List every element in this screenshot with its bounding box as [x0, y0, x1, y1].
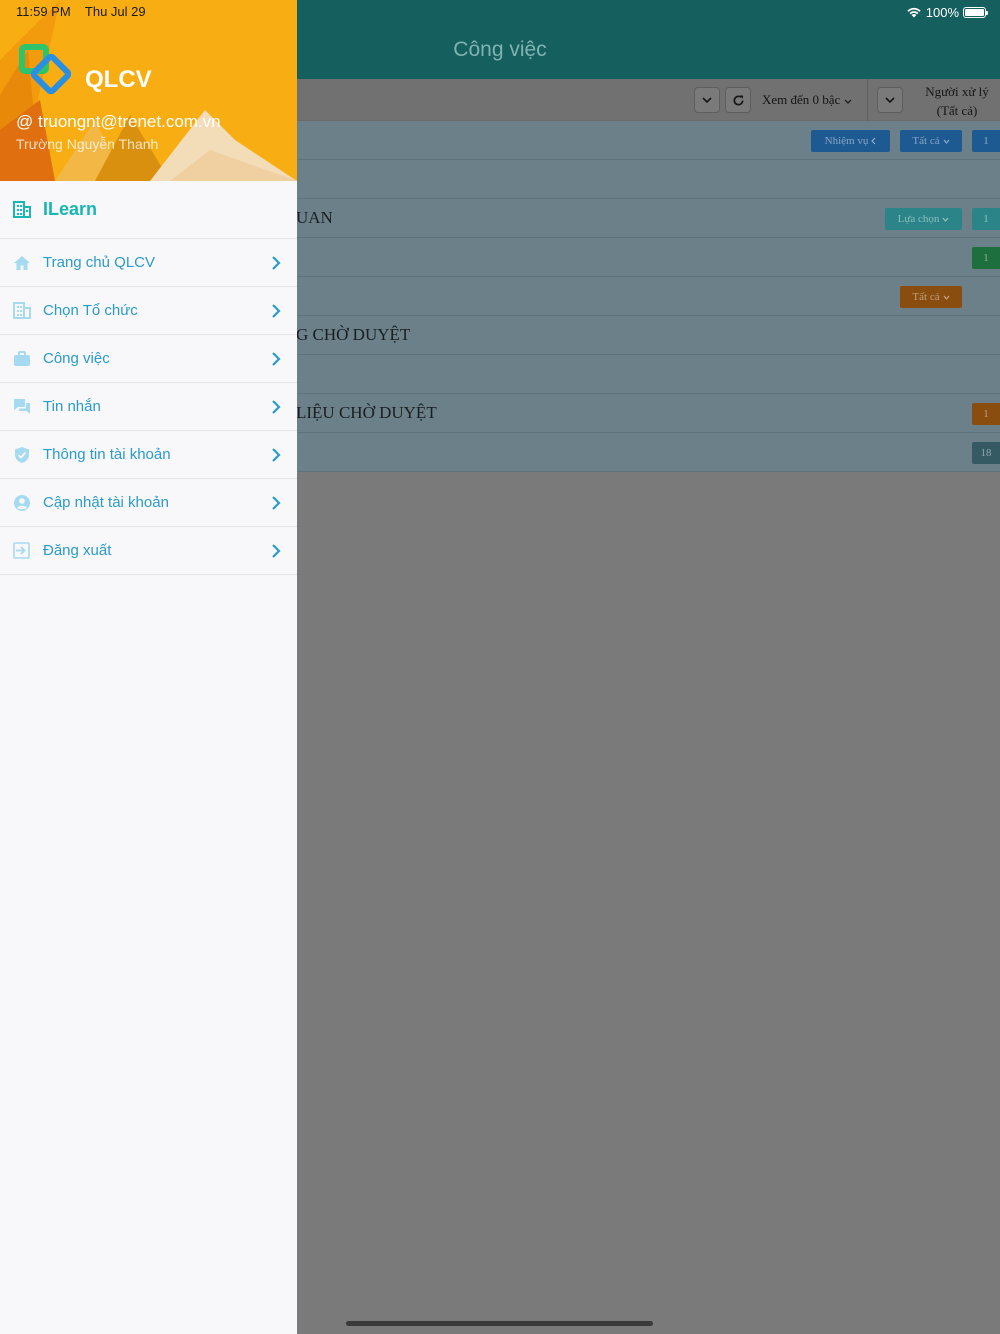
count-badge: 1	[972, 403, 1000, 425]
view-depth-dropdown[interactable]: Xem đến 0 bậc	[762, 92, 852, 108]
drawer-menu: ILearn Trang chủ QLCV Chọn Tổ chức Công …	[0, 181, 297, 575]
building-icon	[12, 200, 31, 219]
filter-all-pill[interactable]: Tất cả	[900, 130, 962, 152]
battery-percent: 100%	[925, 4, 959, 20]
task-type-pill[interactable]: Nhiệm vụ	[811, 130, 890, 152]
assignee-filter[interactable]: Người xử lý (Tất cả)	[916, 82, 998, 120]
assignee-dropdown-button[interactable]	[877, 87, 903, 113]
status-time: 11:59 PM	[16, 4, 71, 19]
briefcase-icon	[12, 349, 31, 368]
qlcv-logo	[19, 44, 72, 95]
refresh-icon	[733, 94, 744, 106]
chevron-down-icon	[942, 217, 949, 222]
building-icon	[12, 301, 31, 320]
home-icon	[12, 253, 31, 272]
pill-label: Lựa chọn	[897, 213, 940, 225]
status-bar-left: 11:59 PM Thu Jul 29	[16, 4, 146, 19]
refresh-button[interactable]	[725, 87, 751, 113]
chevron-right-icon	[272, 256, 281, 270]
chevron-down-icon	[702, 97, 712, 103]
menu-item-label: Chọn Tổ chức	[43, 302, 138, 319]
shield-check-icon	[12, 445, 31, 464]
chevron-right-icon	[272, 400, 281, 414]
brand-name: QLCV	[85, 66, 152, 93]
pill-label: Tất cả	[912, 135, 940, 147]
menu-section-title: ILearn	[43, 199, 98, 219]
home-indicator[interactable]	[346, 1321, 653, 1326]
assignee-value: (Tất cả)	[936, 103, 978, 118]
chevron-right-icon	[272, 352, 281, 366]
user-name: Trường Nguyễn Thanh	[16, 136, 159, 152]
wifi-icon	[907, 7, 921, 18]
count-badge: 1	[972, 208, 1000, 230]
menu-item-choose-organization[interactable]: Chọn Tổ chức	[0, 287, 297, 335]
menu-item-update-account[interactable]: Cập nhật tài khoản	[0, 479, 297, 527]
count-badge: 1	[972, 247, 1000, 269]
chevron-right-icon	[272, 448, 281, 462]
menu-item-messages[interactable]: Tin nhắn	[0, 383, 297, 431]
logout-icon	[12, 541, 31, 560]
user-email: @ truongnt@trenet.com.vn	[16, 112, 221, 131]
select-pill[interactable]: Lựa chọn	[885, 208, 962, 230]
menu-item-tasks[interactable]: Công việc	[0, 335, 297, 383]
collapse-dropdown-button[interactable]	[694, 87, 720, 113]
chevron-down-icon	[943, 139, 950, 144]
count-badge: 1	[972, 130, 1000, 152]
chevron-right-icon	[272, 496, 281, 510]
menu-item-label: Thông tin tài khoản	[43, 446, 171, 463]
row-title: LIỆU CHỜ DUYỆT	[296, 403, 437, 422]
status-date: Thu Jul 29	[84, 4, 146, 19]
toolbar-divider	[867, 79, 868, 121]
user-circle-icon	[12, 493, 31, 512]
row-title: UAN	[296, 208, 333, 227]
pill-label: Nhiệm vụ	[824, 135, 869, 147]
menu-item-account-info[interactable]: Thông tin tài khoản	[0, 431, 297, 479]
battery-icon	[963, 6, 988, 18]
menu-item-label: Trang chủ QLCV	[43, 254, 155, 271]
menu-item-label: Cập nhật tài khoản	[43, 494, 169, 511]
menu-item-label: Công việc	[43, 350, 110, 367]
chevron-down-icon	[885, 97, 895, 103]
menu-item-label: Đăng xuất	[43, 542, 112, 559]
chevron-left-icon	[871, 137, 876, 145]
count-badge: 18	[972, 442, 1000, 464]
menu-item-logout[interactable]: Đăng xuất	[0, 527, 297, 575]
chevron-down-icon	[943, 295, 950, 300]
chat-icon	[12, 397, 31, 416]
chevron-right-icon	[272, 304, 281, 318]
pill-label: Tất cả	[912, 291, 940, 303]
chevron-down-icon	[844, 99, 852, 104]
assignee-label: Người xử lý	[925, 84, 989, 99]
chevron-right-icon	[272, 544, 281, 558]
side-drawer: 11:59 PM Thu Jul 29 QLCV @ truongnt@tren…	[0, 0, 297, 1334]
filter-all-pill[interactable]: Tất cả	[900, 286, 962, 308]
menu-section-header[interactable]: ILearn	[0, 181, 297, 239]
drawer-header: 11:59 PM Thu Jul 29 QLCV @ truongnt@tren…	[0, 0, 297, 181]
menu-item-label: Tin nhắn	[43, 398, 101, 415]
menu-item-home[interactable]: Trang chủ QLCV	[0, 239, 297, 287]
row-title: G CHỜ DUYỆT	[296, 325, 411, 344]
view-depth-label: Xem đến 0 bậc	[762, 92, 841, 107]
status-bar-right: 100%	[906, 4, 988, 20]
